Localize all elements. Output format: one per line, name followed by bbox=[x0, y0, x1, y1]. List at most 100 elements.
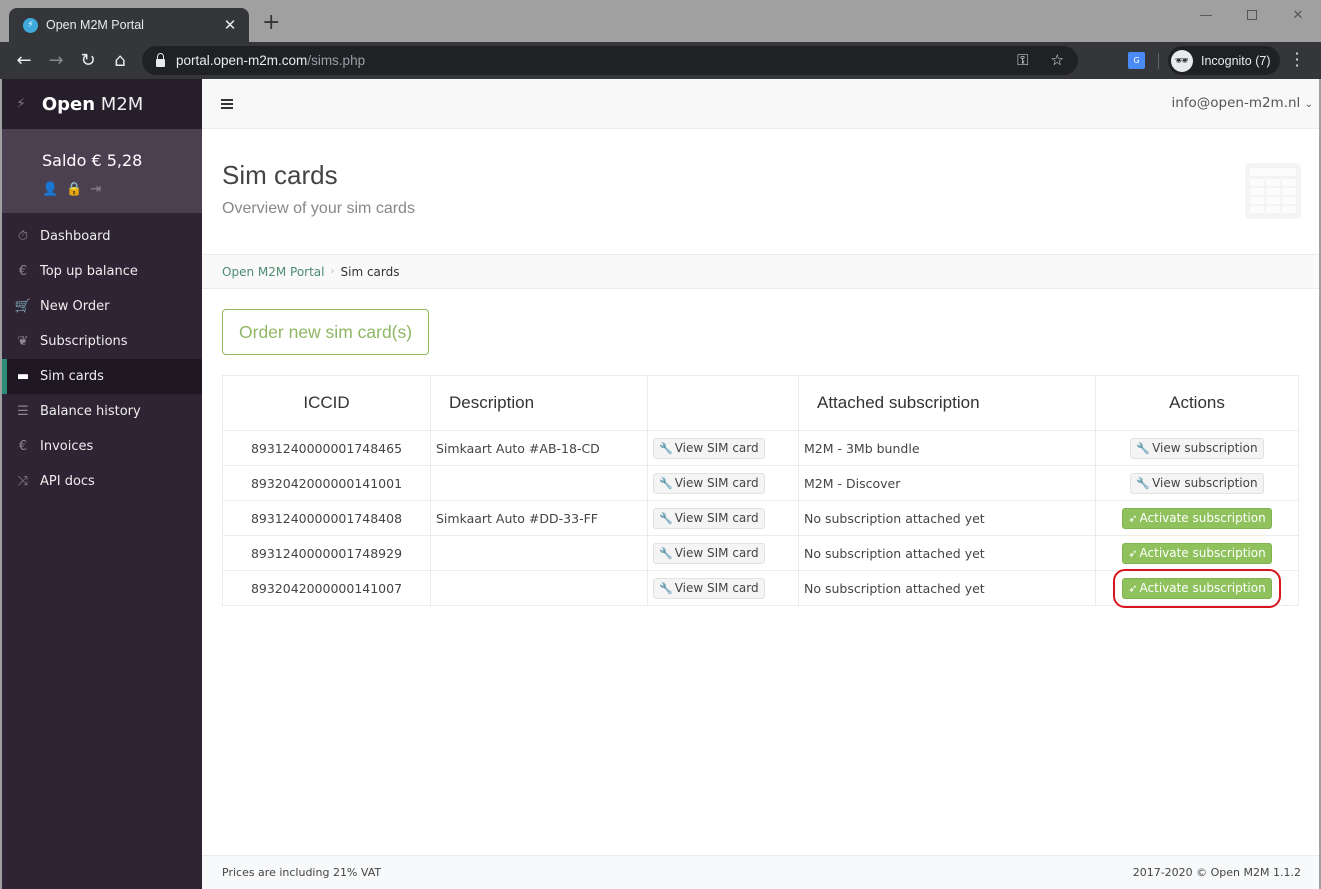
footer-vat-note: Prices are including 21% VAT bbox=[222, 866, 382, 879]
content: Order new sim card(s) ICCID Description … bbox=[202, 289, 1319, 626]
hamburger-menu-icon[interactable] bbox=[221, 97, 233, 111]
translate-extension-icon[interactable]: G bbox=[1128, 52, 1145, 69]
reload-button[interactable]: ↻ bbox=[72, 45, 104, 77]
sidebar-item-label: Invoices bbox=[40, 439, 94, 454]
view-subscription-button[interactable]: 🔧 View subscription bbox=[1130, 472, 1264, 494]
header-attached-subscription: Attached subscription bbox=[798, 375, 1096, 431]
description-cell: Simkaart Auto #DD-33-FF bbox=[430, 500, 648, 536]
view-sim-card-label: View SIM card bbox=[674, 545, 759, 560]
shuffle-icon: ⤨ bbox=[17, 474, 29, 489]
activate-subscription-button[interactable]: ➶ Activate subscription bbox=[1122, 507, 1272, 529]
header-view bbox=[647, 375, 799, 431]
wrench-icon: 🔧 bbox=[659, 546, 673, 560]
subscription-cell: No subscription attached yet bbox=[798, 500, 1096, 536]
view-sim-card-button[interactable]: 🔧 View SIM card bbox=[653, 472, 765, 494]
sidebar-item-label: Balance history bbox=[40, 404, 141, 419]
wrench-icon: 🔧 bbox=[659, 581, 673, 595]
user-icon[interactable]: 👤 bbox=[42, 182, 58, 197]
view-sim-card-button[interactable]: 🔧 View SIM card bbox=[653, 542, 765, 564]
table-row: 8931240000001748465 Simkaart Auto #AB-18-… bbox=[222, 430, 1299, 466]
profile-panel: Saldo € 5,28 👤 🔒 ⇥ bbox=[2, 129, 202, 213]
sidebar-item-subscriptions[interactable]: ❦ Subscriptions bbox=[2, 324, 202, 359]
browser-menu-icon[interactable]: · · · bbox=[1290, 46, 1304, 74]
incognito-label: Incognito (7) bbox=[1201, 53, 1271, 68]
stopwatch-icon: ⏱ bbox=[17, 229, 29, 244]
back-button[interactable]: ← bbox=[8, 45, 40, 77]
view-subscription-button[interactable]: 🔧 View subscription bbox=[1130, 437, 1264, 459]
view-cell: 🔧 View SIM card bbox=[647, 430, 799, 466]
chevron-down-icon: ⌄ bbox=[1304, 99, 1313, 110]
new-tab-button[interactable]: + bbox=[262, 12, 280, 34]
main-content: info@open-m2m.nl ⌄ Sim cards Overview of… bbox=[202, 79, 1319, 889]
view-sim-card-button[interactable]: 🔧 View SIM card bbox=[653, 577, 765, 599]
sidebar-item-api-docs[interactable]: ⤨ API docs bbox=[2, 464, 202, 499]
view-sim-card-button[interactable]: 🔧 View SIM card bbox=[653, 507, 765, 529]
iccid-cell: 8932042000000141001 bbox=[222, 465, 431, 501]
view-sim-card-label: View SIM card bbox=[674, 475, 759, 490]
sidebar-item-invoices[interactable]: € Invoices bbox=[2, 429, 202, 464]
activate-subscription-button[interactable]: ➶ Activate subscription bbox=[1113, 568, 1281, 608]
incognito-icon: 🕶 bbox=[1171, 49, 1193, 72]
order-new-sim-button[interactable]: Order new sim card(s) bbox=[222, 309, 430, 355]
page-header: Sim cards Overview of your sim cards bbox=[202, 129, 1319, 255]
table-row: 8932042000000141007 🔧 View SIM card No subs… bbox=[222, 568, 1299, 608]
key-icon[interactable]: ⚿ bbox=[1017, 51, 1028, 69]
user-email: info@open-m2m.nl bbox=[1171, 95, 1301, 111]
brand[interactable]: ⚡ Open M2M bbox=[2, 79, 202, 129]
view-sim-card-button[interactable]: 🔧 View SIM card bbox=[653, 437, 765, 459]
maximize-button[interactable] bbox=[1229, 0, 1275, 30]
browser-tab[interactable]: ⚡ Open M2M Portal ✕ bbox=[9, 8, 249, 42]
header-description: Description bbox=[430, 375, 648, 431]
sidebar-item-top-up-balance[interactable]: € Top up balance bbox=[2, 254, 202, 289]
table-header-row: ICCID Description Attached subscription … bbox=[222, 375, 1299, 431]
logout-icon[interactable]: ⇥ bbox=[90, 182, 101, 197]
close-tab-icon[interactable]: ✕ bbox=[221, 16, 239, 34]
sidebar-item-label: Top up balance bbox=[40, 264, 138, 279]
address-bar[interactable]: portal.open-m2m.com/sims.php ⚿ ☆ bbox=[142, 46, 1078, 75]
view-cell: 🔧 View SIM card bbox=[647, 465, 799, 501]
description-cell bbox=[430, 570, 648, 606]
view-sim-card-label: View SIM card bbox=[674, 580, 759, 595]
forward-button[interactable]: → bbox=[40, 45, 72, 77]
table-row: 8932042000000141001 🔧 View SIM card M2M - D… bbox=[222, 465, 1299, 501]
paper-plane-icon: ➶ bbox=[1128, 581, 1138, 595]
incognito-button[interactable]: 🕶 Incognito (7) bbox=[1168, 46, 1281, 75]
view-sim-card-label: View SIM card bbox=[674, 440, 759, 455]
lock-icon bbox=[156, 52, 165, 67]
action-label: Activate subscription bbox=[1139, 580, 1266, 595]
sidebar: ⚡ Open M2M Saldo € 5,28 👤 🔒 ⇥ ⏱ Dashboard… bbox=[2, 79, 202, 889]
actions-cell: 🔧 View subscription bbox=[1095, 430, 1299, 466]
home-button[interactable]: ⌂ bbox=[104, 45, 136, 77]
description-cell bbox=[430, 465, 648, 501]
sidebar-item-sim-cards[interactable]: ▬ Sim cards bbox=[2, 359, 202, 394]
minimize-button[interactable]: — bbox=[1183, 0, 1229, 30]
iccid-cell: 8931240000001748929 bbox=[222, 535, 431, 571]
activate-subscription-button[interactable]: ➶ Activate subscription bbox=[1122, 542, 1272, 564]
footer-copyright: 2017-2020 © Open M2M 1.1.2 bbox=[1132, 866, 1301, 879]
close-window-button[interactable]: ✕ bbox=[1275, 0, 1321, 30]
actions-cell: ➶ Activate subscription bbox=[1095, 568, 1299, 608]
lock-icon[interactable]: 🔒 bbox=[66, 182, 82, 197]
action-label: Activate subscription bbox=[1139, 510, 1266, 525]
iccid-cell: 8931240000001748408 bbox=[222, 500, 431, 536]
star-icon[interactable]: ☆ bbox=[1051, 51, 1064, 69]
description-cell bbox=[430, 535, 648, 571]
sidebar-item-balance-history[interactable]: ☰ Balance history bbox=[2, 394, 202, 429]
sidebar-item-label: Sim cards bbox=[40, 369, 104, 384]
wrench-icon: 🔧 bbox=[659, 511, 673, 525]
subscription-cell: No subscription attached yet bbox=[798, 570, 1096, 606]
user-menu[interactable]: info@open-m2m.nl ⌄ bbox=[1171, 95, 1313, 111]
wrench-icon: 🔧 bbox=[659, 476, 673, 490]
table-icon bbox=[1245, 163, 1301, 219]
table-row: 8931240000001748929 🔧 View SIM card No subs… bbox=[222, 535, 1299, 571]
page: ⚡ Open M2M Saldo € 5,28 👤 🔒 ⇥ ⏱ Dashboard… bbox=[2, 79, 1319, 889]
action-label: View subscription bbox=[1152, 475, 1258, 490]
sidebar-item-dashboard[interactable]: ⏱ Dashboard bbox=[2, 219, 202, 254]
view-cell: 🔧 View SIM card bbox=[647, 570, 799, 606]
breadcrumb: Open M2M Portal › Sim cards bbox=[202, 255, 1319, 289]
breadcrumb-root[interactable]: Open M2M Portal bbox=[222, 265, 325, 279]
browser-toolbar: ← → ↻ ⌂ portal.open-m2m.com/sims.php ⚿ ☆… bbox=[0, 42, 1321, 79]
sidebar-item-new-order[interactable]: 🛒 New Order bbox=[2, 289, 202, 324]
actions-cell: 🔧 View subscription bbox=[1095, 465, 1299, 501]
page-title: Sim cards bbox=[222, 160, 338, 190]
